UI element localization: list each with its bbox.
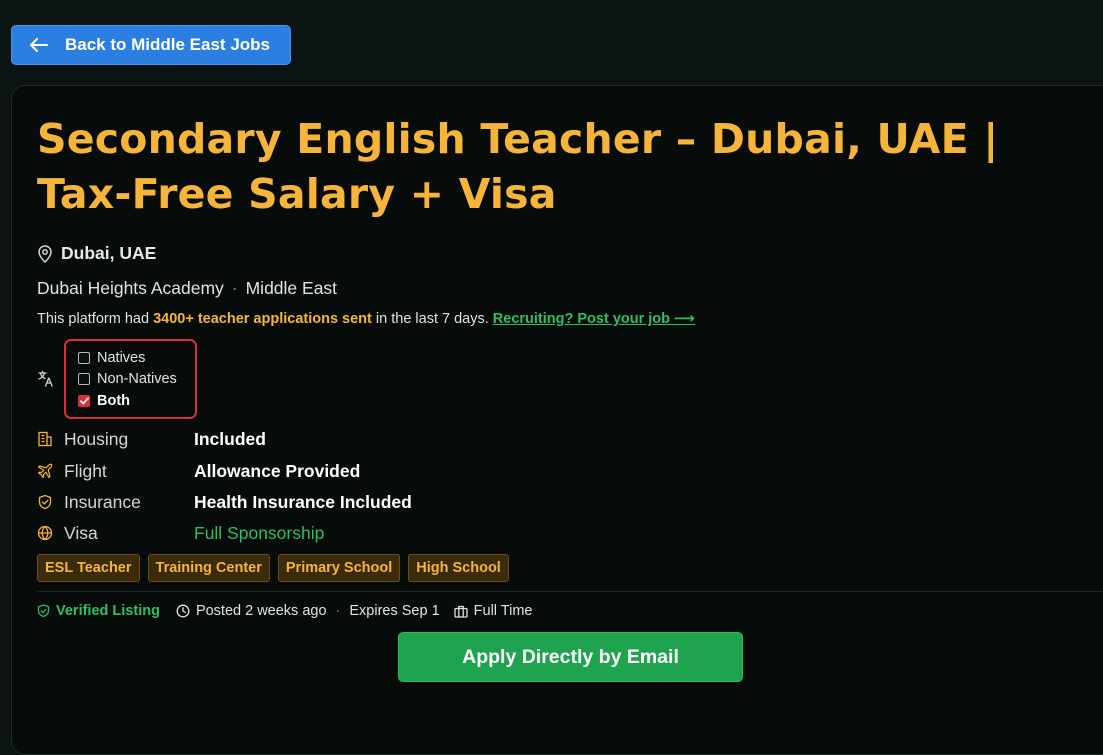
visa-label: Visa bbox=[64, 522, 98, 543]
housing-label: Housing bbox=[64, 428, 129, 449]
flight-value: Allowance Provided bbox=[194, 460, 361, 481]
stats-suffix: in the last 7 days. bbox=[375, 311, 489, 327]
platform-stats: This platform had 3400+ teacher applicat… bbox=[37, 311, 695, 327]
post-job-link[interactable]: Recruiting? Post your job ⟶ bbox=[493, 311, 695, 327]
benefit-row-insurance: Insurance Health Insurance Included bbox=[37, 491, 412, 513]
separator-dot: · bbox=[231, 278, 238, 298]
option-natives[interactable]: Natives bbox=[78, 350, 145, 366]
tag-high-school[interactable]: High School bbox=[408, 554, 509, 582]
non-natives-checkbox[interactable] bbox=[78, 373, 90, 385]
expires-text: Expires Sep 1 bbox=[349, 603, 440, 619]
clock-icon bbox=[176, 604, 190, 618]
translate-icon bbox=[37, 370, 54, 392]
language-preference-box: Natives Non-Natives Both bbox=[64, 339, 197, 419]
company-line: Dubai Heights Academy · Middle East bbox=[37, 278, 337, 299]
insurance-label: Insurance bbox=[64, 491, 141, 512]
benefit-row-housing: Housing Included bbox=[37, 428, 266, 450]
stats-prefix: This platform had bbox=[37, 311, 150, 327]
tag-training-center[interactable]: Training Center bbox=[147, 554, 270, 582]
tag-primary-school[interactable]: Primary School bbox=[277, 554, 401, 582]
benefit-row-flight: Flight Allowance Provided bbox=[37, 460, 360, 482]
briefcase-icon bbox=[454, 605, 468, 618]
posted-info: Posted 2 weeks ago bbox=[176, 603, 327, 619]
checkmark-icon bbox=[79, 397, 89, 405]
option-both[interactable]: Both bbox=[78, 393, 130, 409]
option-non-natives[interactable]: Non-Natives bbox=[78, 371, 177, 387]
region-name: Middle East bbox=[245, 278, 338, 298]
verified-shield-icon bbox=[37, 604, 50, 618]
arrow-left-icon bbox=[30, 38, 48, 52]
separator-dot: · bbox=[335, 603, 341, 619]
non-natives-label: Non-Natives bbox=[97, 371, 177, 387]
tag-esl-teacher[interactable]: ESL Teacher bbox=[37, 554, 140, 582]
building-icon bbox=[37, 431, 54, 447]
job-location: Dubai, UAE bbox=[37, 243, 156, 264]
benefit-row-visa: Visa Full Sponsorship bbox=[37, 522, 324, 544]
job-type: Full Time bbox=[454, 603, 533, 619]
natives-label: Natives bbox=[97, 350, 146, 366]
back-button-label: Back to Middle East Jobs bbox=[65, 35, 270, 54]
map-pin-icon bbox=[38, 244, 52, 263]
apply-by-email-button[interactable]: Apply Directly by Email bbox=[398, 632, 743, 682]
location-text: Dubai, UAE bbox=[61, 243, 157, 263]
job-tags: ESL Teacher Training Center Primary Scho… bbox=[37, 554, 517, 582]
verified-text: Verified Listing bbox=[56, 603, 160, 619]
both-label: Both bbox=[97, 393, 131, 409]
company-name: Dubai Heights Academy bbox=[37, 278, 224, 298]
visa-value: Full Sponsorship bbox=[194, 522, 325, 543]
globe-icon bbox=[37, 525, 54, 541]
posted-text: Posted 2 weeks ago bbox=[195, 603, 327, 619]
divider bbox=[37, 591, 1103, 592]
job-type-text: Full Time bbox=[473, 603, 533, 619]
shield-icon bbox=[37, 494, 54, 510]
natives-checkbox[interactable] bbox=[78, 352, 90, 364]
plane-icon bbox=[37, 463, 54, 479]
back-to-jobs-button[interactable]: Back to Middle East Jobs bbox=[11, 25, 291, 65]
listing-meta: Verified Listing Posted 2 weeks ago · Ex… bbox=[37, 603, 532, 619]
verified-listing: Verified Listing bbox=[37, 603, 160, 619]
housing-value: Included bbox=[194, 428, 266, 449]
stats-highlight: 3400+ teacher applications sent bbox=[153, 311, 372, 327]
flight-label: Flight bbox=[64, 460, 107, 481]
job-title: Secondary English Teacher – Dubai, UAE |… bbox=[37, 115, 999, 218]
both-checkbox[interactable] bbox=[78, 395, 90, 407]
insurance-value: Health Insurance Included bbox=[194, 491, 412, 512]
